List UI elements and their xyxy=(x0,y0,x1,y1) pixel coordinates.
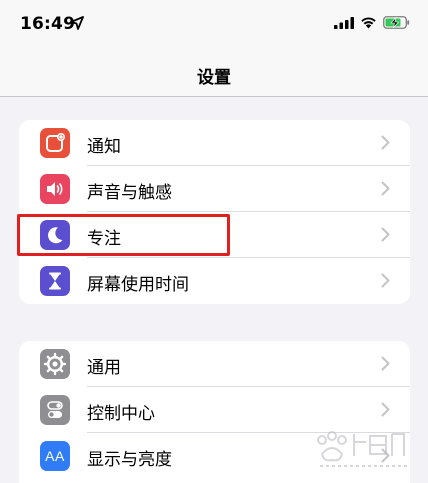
status-time: 16:49 xyxy=(20,14,76,34)
highlight-annotation-box xyxy=(17,214,230,256)
settings-group-1: 通知 声音与触感 专注 屏幕使用时间 xyxy=(19,120,410,304)
location-arrow-icon xyxy=(70,16,84,30)
settings-row-label: 通知 xyxy=(87,137,121,157)
settings-row-label: 显示与亮度 xyxy=(87,450,172,470)
watermark-logo xyxy=(317,431,410,467)
text-size-glyph: AA xyxy=(45,448,65,464)
chevron-right-icon xyxy=(381,135,390,150)
chevron-right-icon xyxy=(381,181,390,196)
chevron-right-icon xyxy=(381,273,390,288)
settings-row-label: 屏幕使用时间 xyxy=(87,275,189,295)
gear-icon xyxy=(40,349,70,379)
notifications-icon xyxy=(40,128,70,158)
settings-row-sounds[interactable]: 声音与触感 xyxy=(19,166,410,212)
toggles-icon xyxy=(40,395,70,425)
text-size-icon: AA xyxy=(40,441,70,471)
battery-charging-icon xyxy=(383,16,410,29)
chevron-right-icon xyxy=(381,402,390,417)
wifi-icon xyxy=(361,17,376,29)
settings-row-screen-time[interactable]: 屏幕使用时间 xyxy=(19,258,410,304)
settings-row-general[interactable]: 通用 xyxy=(19,341,410,387)
hourglass-icon xyxy=(40,266,70,296)
chevron-right-icon xyxy=(381,227,390,242)
settings-row-label: 控制中心 xyxy=(87,404,155,424)
status-bar: 16:49 xyxy=(0,0,428,52)
cellular-signal-icon xyxy=(334,16,354,29)
settings-row-label: 通用 xyxy=(87,358,121,378)
settings-row-label: 声音与触感 xyxy=(87,183,172,203)
navigation-bar: 设置 xyxy=(0,52,428,97)
speaker-icon xyxy=(40,174,70,204)
settings-row-notifications[interactable]: 通知 xyxy=(19,120,410,166)
chevron-right-icon xyxy=(381,356,390,371)
page-title: 设置 xyxy=(197,68,231,88)
